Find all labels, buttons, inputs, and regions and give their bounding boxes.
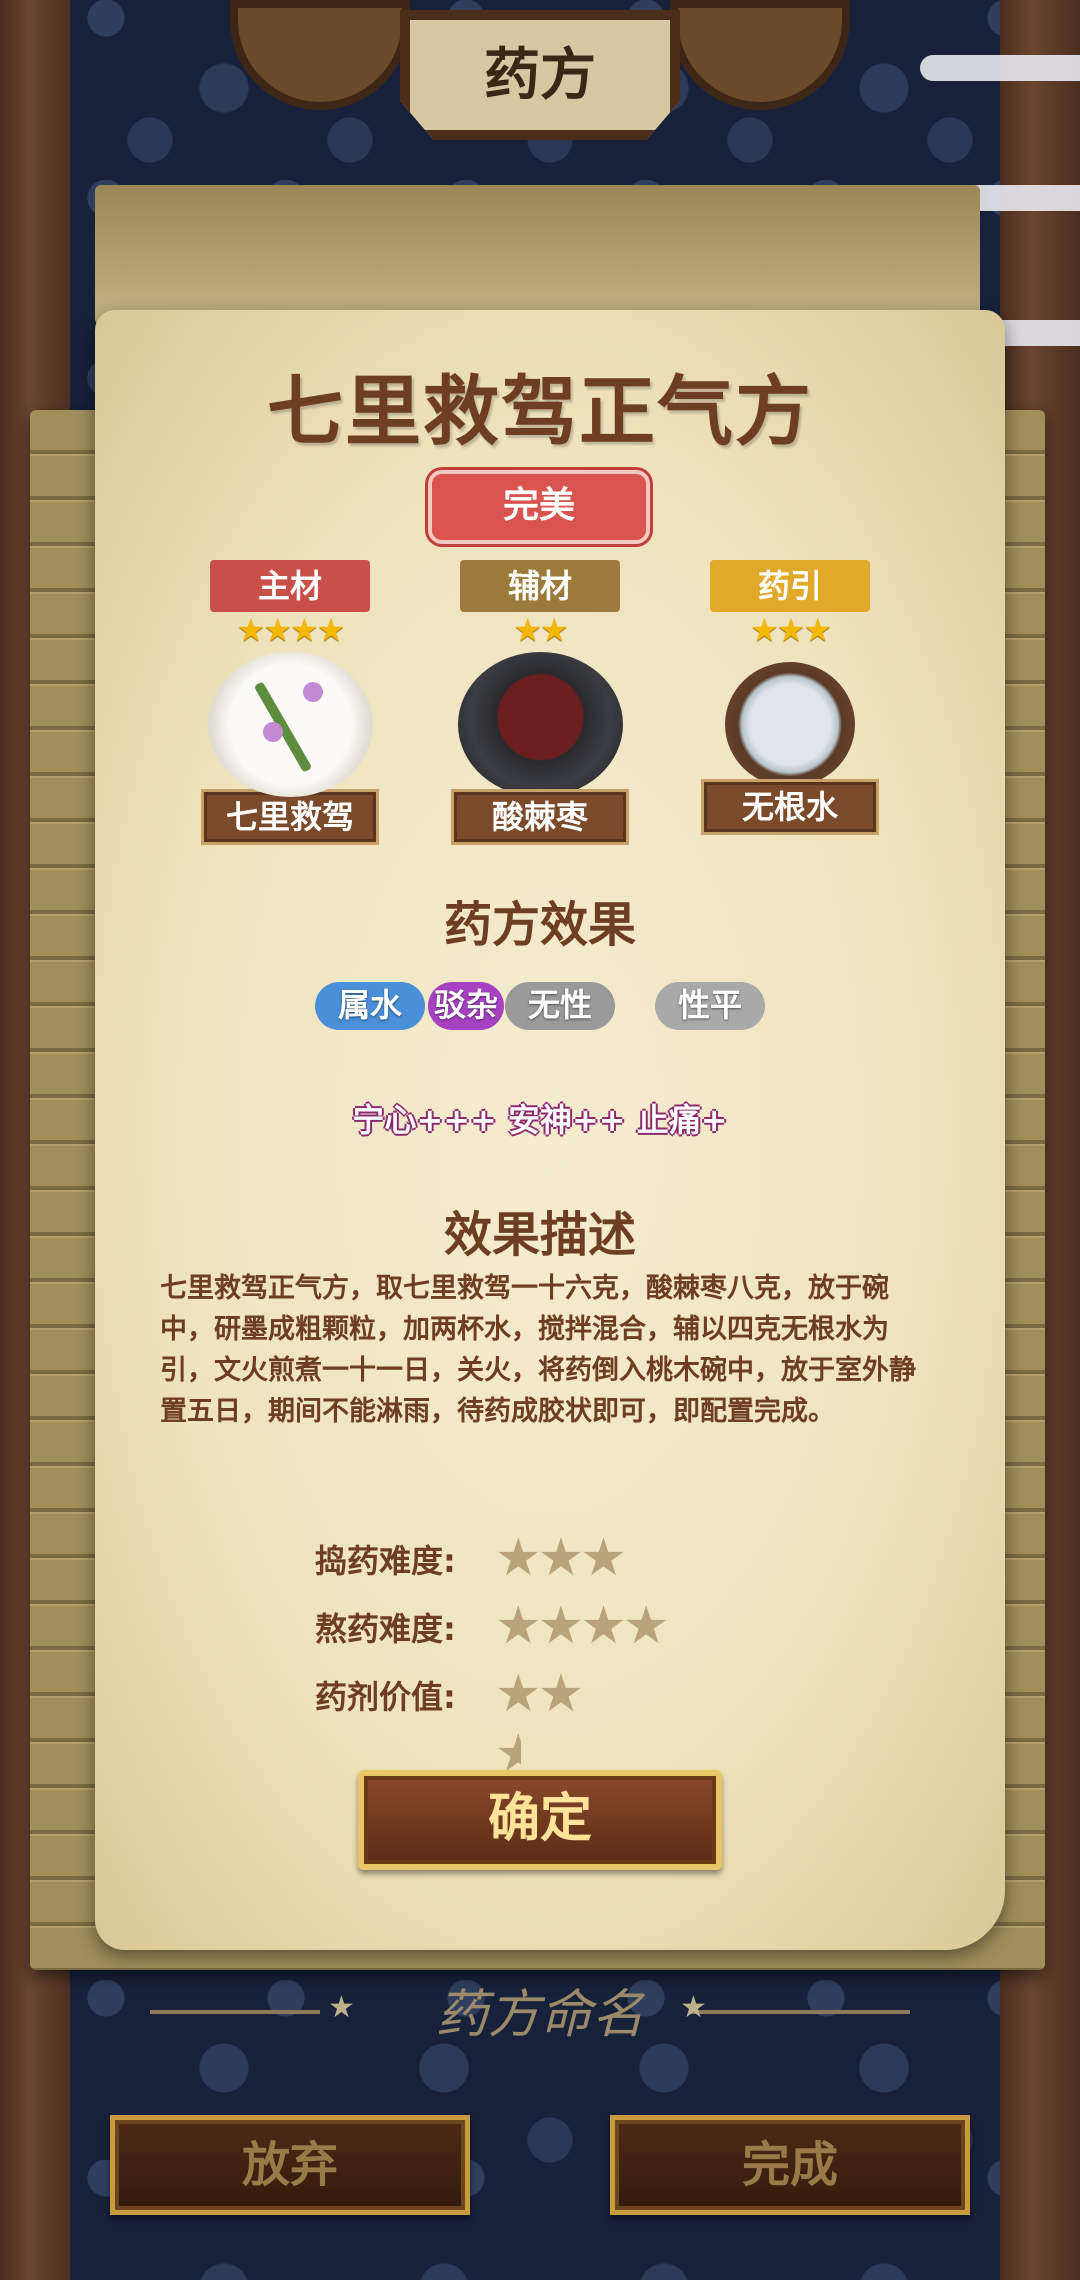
property-tag: 性平: [655, 982, 765, 1030]
jujube-plate-icon: [457, 652, 623, 797]
herb-flower: [262, 722, 283, 742]
stat-label: 熬药难度:: [315, 1610, 456, 1648]
value-stars: ★★★: [495, 1664, 584, 1784]
ingredient-stars: ★★★: [749, 611, 832, 649]
rating-badge: 完美: [428, 470, 650, 544]
ingredient-guide[interactable]: 药引 ★★★ 无根水: [700, 560, 880, 835]
ingredient-stars: ★★: [513, 611, 568, 649]
ingredient-role-tag: 主材: [210, 560, 370, 612]
decor-band: [920, 55, 1080, 81]
ingredient-name: 七里救驾: [201, 789, 379, 845]
rename-label: 药方命名: [435, 1985, 644, 2045]
herb-plate-icon: [207, 652, 373, 797]
recipe-title: 七里救驾正气方: [267, 367, 813, 456]
confirm-button[interactable]: 确定: [358, 1770, 722, 1870]
ingredient-role-tag: 药引: [710, 560, 870, 612]
ingredient-stars: ★★★★: [236, 611, 346, 649]
ingredient-role-tag: 辅材: [460, 560, 620, 612]
property-tag: 无性: [505, 982, 615, 1030]
rename-bar[interactable]: ★ ★ 药方命名: [150, 1968, 930, 2058]
description-title: 效果描述: [443, 1207, 636, 1263]
ingredient-main[interactable]: 主材 ★★★★ 七里救驾: [200, 560, 380, 845]
ingredient-name: 酸棘枣: [451, 789, 629, 845]
description-text: 七里救驾正气方，取七里救驾一十六克，酸棘枣八克，放于碗中，研墨成粗颗粒，加两杯水…: [160, 1273, 916, 1427]
property-tag: 驳杂: [428, 982, 504, 1030]
scroll-top-edge: [95, 185, 980, 325]
ingredient-aux[interactable]: 辅材 ★★ 酸棘枣: [450, 560, 630, 845]
property-tag: 属水: [315, 982, 425, 1030]
abandon-button[interactable]: 放弃: [110, 2115, 470, 2215]
ingredient-name: 无根水: [701, 779, 879, 835]
effects-title: 药方效果: [443, 897, 636, 953]
difficulty-stars: ★★★★: [495, 1596, 669, 1656]
effects-text: 宁心+++ 安神++ 止痛+: [352, 1101, 728, 1139]
difficulty-stars: ★★★: [495, 1528, 627, 1588]
water-bowl-icon: [725, 662, 855, 787]
stat-label: 药剂价值:: [315, 1678, 456, 1716]
stat-label: 捣药难度:: [315, 1542, 456, 1580]
header-title: 药方: [484, 42, 596, 108]
herb-flower: [302, 682, 323, 702]
finish-button[interactable]: 完成: [610, 2115, 970, 2215]
header-plaque: 药方: [230, 0, 850, 150]
